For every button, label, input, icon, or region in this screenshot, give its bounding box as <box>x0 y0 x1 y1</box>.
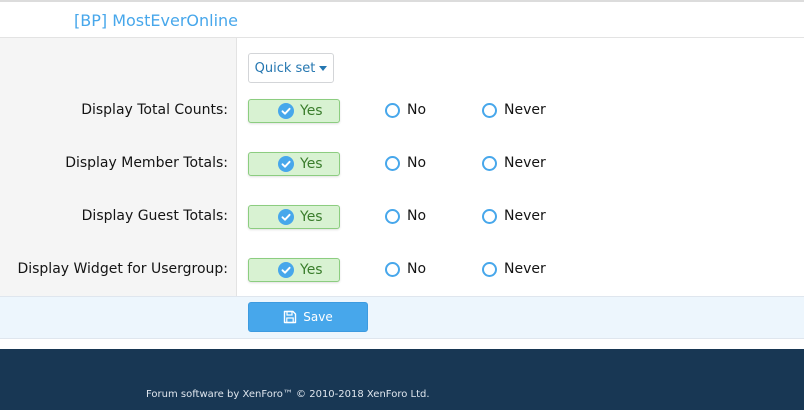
footer-copyright: Forum software by XenForo™ © 2010-2018 X… <box>146 389 430 400</box>
row-label-widget-usergroup: Display Widget for Usergroup: <box>17 261 228 277</box>
row-label-member-totals: Display Member Totals: <box>65 155 228 171</box>
row-label-total-counts: Display Total Counts: <box>81 102 228 118</box>
check-circle-icon <box>278 103 294 119</box>
radio-empty-icon <box>482 208 497 224</box>
quick-set-label: Quick set <box>254 60 316 76</box>
option-never-label: Never <box>504 208 546 224</box>
radio-empty-icon <box>482 102 497 118</box>
option-no-total-counts[interactable]: No <box>385 102 426 118</box>
option-no-member-totals[interactable]: No <box>385 155 426 171</box>
option-yes-label: Yes <box>300 209 323 225</box>
page-header: [BP] MostEverOnline <box>0 2 804 38</box>
option-yes-guest-totals[interactable]: Yes <box>248 205 340 229</box>
page: [BP] MostEverOnline Quick set Display To… <box>0 0 804 410</box>
option-no-label: No <box>407 155 427 171</box>
option-yes-label: Yes <box>300 262 323 278</box>
row-label-guest-totals: Display Guest Totals: <box>81 208 228 224</box>
radio-empty-icon <box>385 155 400 171</box>
radio-empty-icon <box>385 102 400 118</box>
check-circle-icon <box>278 209 294 225</box>
check-circle-icon <box>278 156 294 172</box>
option-yes-label: Yes <box>300 103 323 119</box>
option-no-widget-usergroup[interactable]: No <box>385 261 426 277</box>
option-no-guest-totals[interactable]: No <box>385 208 426 224</box>
floppy-disk-icon <box>284 310 297 324</box>
option-never-member-totals[interactable]: Never <box>482 155 546 171</box>
options-form: Quick set Display Total Counts: Yes No N… <box>0 38 804 296</box>
option-never-label: Never <box>504 155 546 171</box>
submit-bar: Save <box>0 296 804 339</box>
check-circle-icon <box>278 262 294 278</box>
option-yes-member-totals[interactable]: Yes <box>248 152 340 176</box>
option-never-label: Never <box>504 261 546 277</box>
page-title: [BP] MostEverOnline <box>74 11 239 30</box>
option-never-label: Never <box>504 102 546 118</box>
option-yes-total-counts[interactable]: Yes <box>248 99 340 123</box>
option-yes-label: Yes <box>300 156 323 172</box>
option-no-label: No <box>407 208 427 224</box>
radio-empty-icon <box>482 155 497 171</box>
radio-empty-icon <box>385 261 400 277</box>
option-never-widget-usergroup[interactable]: Never <box>482 261 546 277</box>
option-never-guest-totals[interactable]: Never <box>482 208 546 224</box>
option-never-total-counts[interactable]: Never <box>482 102 546 118</box>
option-yes-widget-usergroup[interactable]: Yes <box>248 258 340 282</box>
option-no-label: No <box>407 261 427 277</box>
spacer <box>0 339 804 349</box>
caret-down-icon <box>319 65 328 71</box>
save-button-label: Save <box>303 310 333 324</box>
quick-set-button[interactable]: Quick set <box>248 53 334 83</box>
page-footer: Forum software by XenForo™ © 2010-2018 X… <box>0 349 804 410</box>
save-button[interactable]: Save <box>248 302 368 332</box>
radio-empty-icon <box>482 261 497 277</box>
radio-empty-icon <box>385 208 400 224</box>
option-no-label: No <box>407 102 427 118</box>
